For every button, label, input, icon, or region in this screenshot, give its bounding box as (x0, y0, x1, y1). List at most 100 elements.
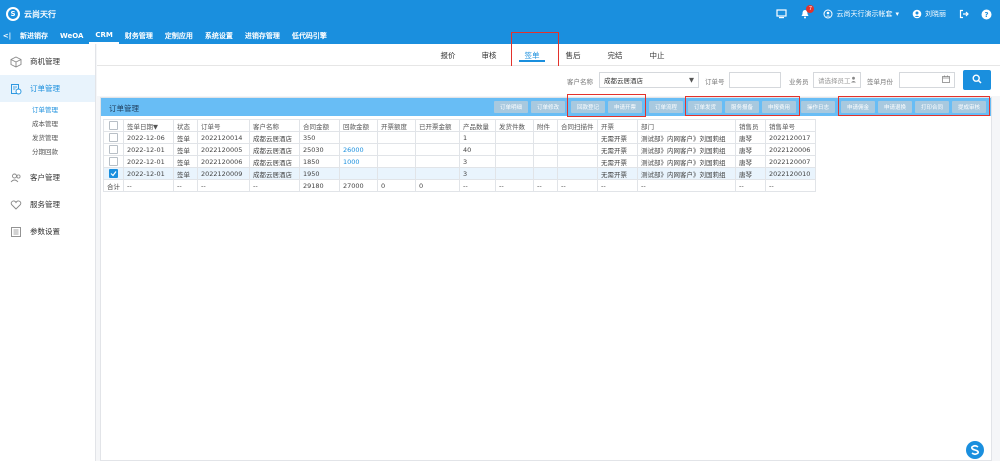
table-cell: 唐琴 (735, 155, 766, 168)
sort-desc-icon[interactable]: ▼ (153, 123, 158, 131)
row-checkbox[interactable] (109, 133, 118, 142)
order-no-input[interactable] (729, 72, 781, 88)
notification-badge: 7 (806, 4, 815, 13)
company-switcher[interactable]: 云尚天行演示帐套 ▾ (822, 9, 899, 20)
module-tab-weoa[interactable]: WeOA (54, 28, 89, 44)
tab-terminated[interactable]: 中止 (639, 44, 675, 66)
tab-completed[interactable]: 完结 (597, 44, 633, 66)
select-all-checkbox[interactable] (109, 121, 118, 130)
row-checkbox-checked[interactable] (109, 169, 118, 178)
table-cell (533, 167, 558, 180)
tab-review[interactable]: 审核 (471, 44, 507, 66)
month-input[interactable] (899, 72, 955, 88)
table-cell: 签单 (173, 155, 198, 168)
order-flow-button[interactable]: 订单流程 (649, 101, 683, 113)
sidebar-subitem-installment-collection[interactable]: 分期回款 (0, 144, 95, 158)
table-cell (377, 143, 416, 156)
order-edit-button[interactable]: 订单修改 (531, 101, 565, 113)
module-tab-crm[interactable]: CRM (89, 28, 119, 44)
calendar-icon (942, 75, 950, 85)
company-icon (822, 9, 833, 20)
screen-icon[interactable] (776, 9, 788, 20)
table-cell (533, 131, 558, 144)
module-tab-low-code[interactable]: 低代码引擎 (286, 28, 333, 44)
column-header-sign-date[interactable]: 签单日期▼ (123, 119, 174, 132)
payment-amount-link[interactable]: 26000 (339, 143, 378, 156)
module-tab-finance[interactable]: 财务管理 (119, 28, 159, 44)
module-tab-inventory-management[interactable]: 进销存管理 (239, 28, 286, 44)
table-cell (377, 155, 416, 168)
sidebar-subitem-shipping-management[interactable]: 发货管理 (0, 130, 95, 144)
sidebar-item-services[interactable]: 服务管理 (0, 191, 95, 218)
module-tab-system-settings[interactable]: 系统设置 (199, 28, 239, 44)
salesman-input[interactable]: 请选择员工 (813, 72, 861, 88)
user-menu[interactable]: 刘晓丽 (911, 9, 946, 20)
order-panel: 订单管理 订单明细 订单修改 回款登记 申请开票 订单流程 订单发货 服务报备 … (100, 94, 992, 461)
payment-amount-link[interactable]: 1000 (339, 155, 378, 168)
total-cell: 合计 (103, 179, 124, 192)
total-cell: -- (249, 179, 300, 192)
customer-select-value: 成都云居酒店 (604, 77, 643, 85)
sidebar-subitem-order-management[interactable]: 订单管理 (0, 102, 95, 116)
app-logo[interactable]: S 云尚天行 (6, 7, 56, 21)
total-cell: -- (597, 179, 638, 192)
sidebar-item-opportunities[interactable]: 商机管理 (0, 48, 95, 75)
tab-quote[interactable]: 报价 (430, 44, 466, 66)
table-cell (495, 131, 534, 144)
table-row[interactable]: 2022-12-01 签单 2022120006 成都云居酒店 1850 100… (103, 155, 816, 168)
total-cell: 29180 (299, 179, 340, 192)
customer-select[interactable]: 成都云居酒店 ▼ (599, 72, 699, 88)
table-row[interactable]: 2022-12-01 签单 2022120005 成都云居酒店 25030 26… (103, 143, 816, 156)
chevron-left-icon[interactable]: <| (0, 32, 14, 40)
search-button[interactable] (963, 70, 991, 90)
table-cell: 2022-12-01 (123, 167, 174, 180)
table-cell: 2022120006 (197, 155, 250, 168)
sidebar-subitem-cost-management[interactable]: 成本管理 (0, 116, 95, 130)
module-nav: <| 新进销存 WeOA CRM 财务管理 定制应用 系统设置 进销存管理 低代… (0, 28, 1000, 44)
table-cell: 2022120017 (765, 131, 816, 144)
help-icon[interactable]: ? (981, 9, 992, 20)
sidebar-item-parameters[interactable]: 参数设置 (0, 218, 95, 245)
table-cell: 成都云居酒店 (249, 143, 300, 156)
column-header: 附件 (533, 119, 558, 132)
floating-assistant-button[interactable] (966, 441, 984, 459)
search-icon (972, 74, 982, 86)
table-cell (495, 143, 534, 156)
column-header: 产品数量 (459, 119, 496, 132)
table-cell: 3 (459, 167, 496, 180)
bell-icon[interactable]: 7 (799, 4, 815, 20)
table-cell: 成都云居酒店 (249, 167, 300, 180)
order-detail-button[interactable]: 订单明细 (494, 101, 528, 113)
highlight-box (685, 96, 800, 116)
row-select-cell[interactable] (103, 131, 124, 144)
column-header: 合同金额 (299, 119, 340, 132)
table-cell: 2022-12-01 (123, 155, 174, 168)
payment-amount-link[interactable] (339, 167, 378, 180)
tab-after-sales[interactable]: 售后 (555, 44, 591, 66)
table-row-selected[interactable]: 2022-12-01 签单 2022120009 成都云居酒店 1950 3 无… (103, 167, 816, 180)
logo-icon: S (6, 7, 20, 21)
total-cell: -- (765, 179, 816, 192)
row-select-cell[interactable] (103, 143, 124, 156)
row-checkbox[interactable] (109, 157, 118, 166)
row-select-cell[interactable] (103, 155, 124, 168)
table-cell: 1 (459, 131, 496, 144)
logout-icon[interactable] (958, 9, 969, 20)
select-all-cell[interactable] (103, 119, 124, 132)
row-select-cell[interactable] (103, 167, 124, 180)
row-checkbox[interactable] (109, 145, 118, 154)
table-cell: 成都云居酒店 (249, 155, 300, 168)
sidebar-item-customers[interactable]: 客户管理 (0, 164, 95, 191)
module-tab-custom-apps[interactable]: 定制应用 (159, 28, 199, 44)
module-tab-new-inventory[interactable]: 新进销存 (14, 28, 54, 44)
list-icon (10, 226, 22, 238)
table-cell: 1850 (299, 155, 340, 168)
payment-amount-link[interactable] (339, 131, 378, 144)
table-row[interactable]: 2022-12-06 签单 2022120014 成都云居酒店 350 1 无需… (103, 131, 816, 144)
operation-log-button[interactable]: 操作日志 (801, 101, 835, 113)
salesman-placeholder: 请选择员工 (818, 77, 851, 85)
table-cell (533, 143, 558, 156)
column-header: 已开票金额 (415, 119, 460, 132)
total-cell: -- (173, 179, 198, 192)
sidebar-item-orders[interactable]: 订单管理 (0, 75, 95, 102)
